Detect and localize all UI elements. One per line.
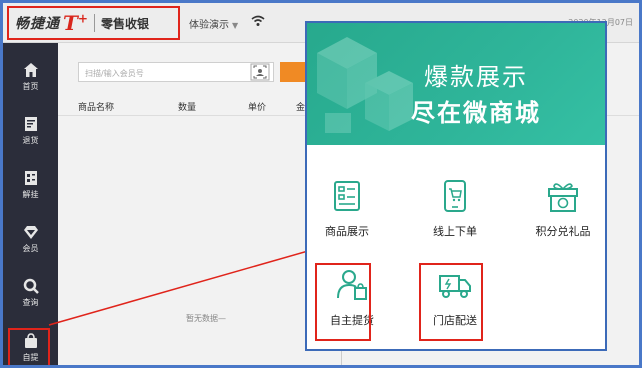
store-delivery-highlight-box bbox=[419, 263, 483, 341]
feature-product-display[interactable]: 商品展示 bbox=[307, 179, 387, 249]
online-order-icon bbox=[444, 180, 466, 212]
points-gift-icon bbox=[548, 183, 578, 212]
banner-title: 爆款展示 bbox=[424, 63, 528, 91]
feature-label: 积分兑礼品 bbox=[535, 225, 591, 238]
app-window: 畅捷通 T+ 零售收银 体验演示▼ 2020年12月07日 首页 退货 解挂 bbox=[3, 3, 639, 365]
self-pickup-highlight-box bbox=[315, 263, 371, 341]
feature-label: 线上下单 bbox=[433, 225, 477, 238]
feature-label: 商品展示 bbox=[325, 225, 369, 238]
feature-online-order[interactable]: 线上下单 bbox=[415, 179, 495, 249]
banner-subtitle: 尽在微商城 bbox=[411, 99, 541, 127]
wechat-mall-popup: 爆款展示 尽在微商城 商品展示 线上下单 积分兑礼品 自主提货 门店配送 bbox=[305, 21, 607, 351]
product-display-icon bbox=[334, 181, 360, 211]
promo-banner: 爆款展示 尽在微商城 bbox=[307, 23, 605, 145]
feature-points-gift[interactable]: 积分兑礼品 bbox=[521, 179, 605, 249]
